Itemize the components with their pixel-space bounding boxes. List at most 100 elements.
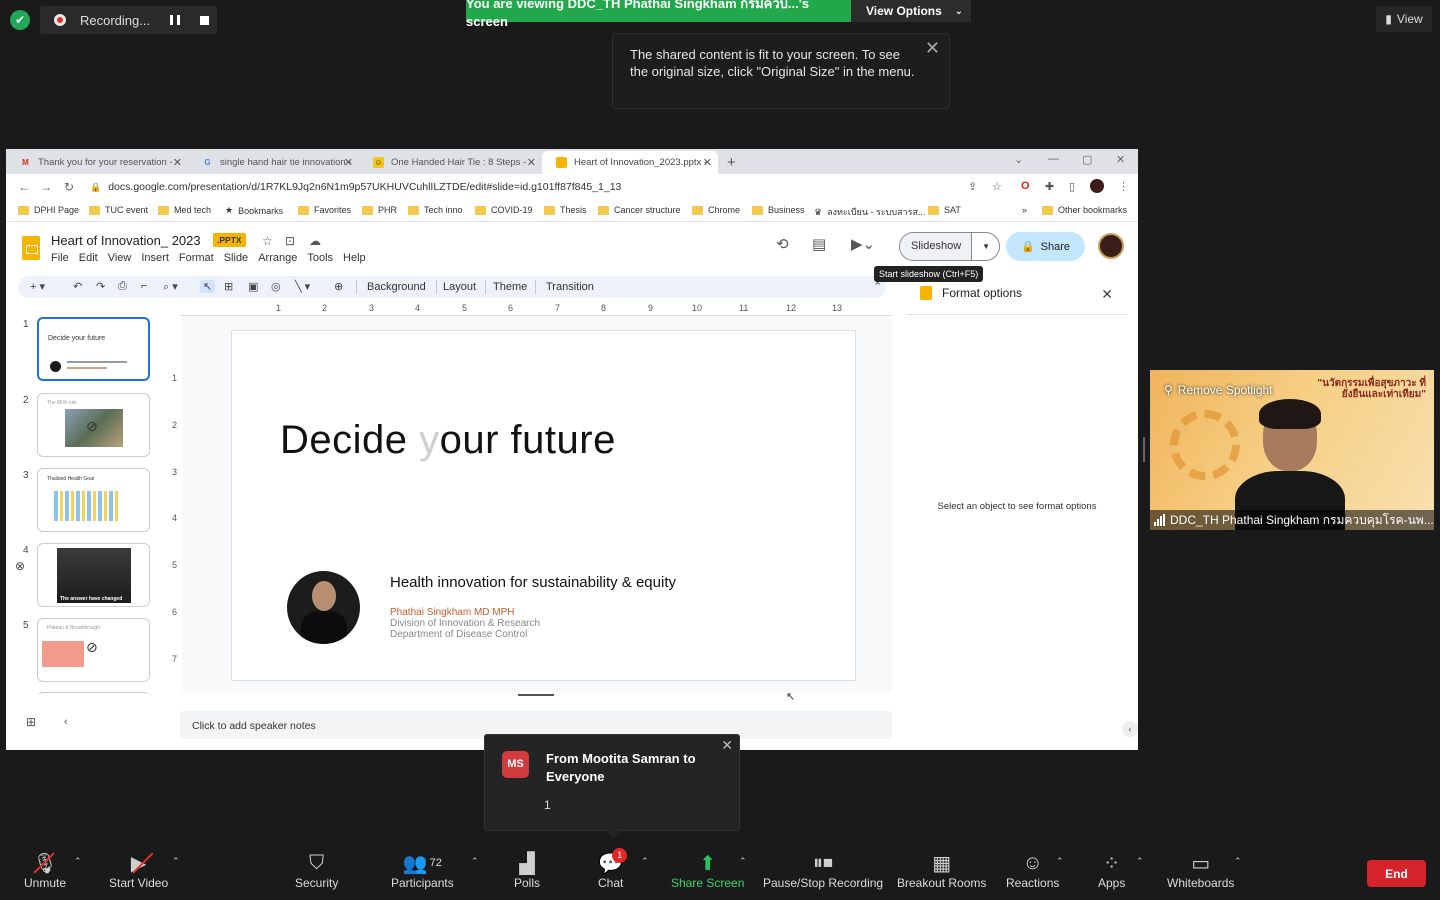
stop-recording-icon[interactable] <box>200 15 209 25</box>
close-tab-icon[interactable]: ✕ <box>527 156 536 169</box>
share-button[interactable]: 🔒 Share <box>1006 232 1085 261</box>
close-icon[interactable]: ✕ <box>1101 286 1113 303</box>
share-screen-button[interactable]: ⬆ Share Screen <box>671 850 744 891</box>
view-button[interactable]: ▮ View <box>1376 6 1432 32</box>
splitter-handle[interactable] <box>1143 437 1145 462</box>
menu-file[interactable]: File <box>51 252 69 264</box>
chevron-up-icon[interactable]: ⌃ <box>74 856 82 867</box>
tab-search-icon[interactable]: ⌄ <box>1014 153 1023 166</box>
sidebar-icon[interactable]: ▯ <box>1069 180 1075 193</box>
back-icon[interactable]: ← <box>18 180 30 194</box>
slide-thumbnail-4[interactable]: The answer have changed <box>37 543 150 607</box>
author-name[interactable]: Phathai Singkham MD MPH <box>390 607 515 618</box>
version-history-icon[interactable]: ⟲ <box>776 235 789 253</box>
account-avatar[interactable] <box>1098 233 1124 259</box>
more-bookmarks-icon[interactable]: » <box>1022 205 1027 215</box>
other-bookmarks[interactable]: Other bookmarks <box>1042 205 1127 215</box>
menu-arrange[interactable]: Arrange <box>258 252 297 264</box>
new-tab-button[interactable]: + <box>718 151 748 174</box>
star-icon[interactable]: ☆ <box>262 234 273 248</box>
collapse-filmstrip-icon[interactable]: ‹ <box>64 716 68 728</box>
slideshow-label[interactable]: Slideshow <box>900 233 973 260</box>
menu-tools[interactable]: Tools <box>307 252 333 264</box>
breakout-rooms-button[interactable]: ▦ Breakout Rooms <box>897 850 986 891</box>
slide-thumbnail-3[interactable]: Thailand Health Goal <box>37 468 150 532</box>
slideshow-button[interactable]: Slideshow ▼ <box>899 232 1000 261</box>
bookmark-item[interactable]: Tech inno <box>408 205 463 215</box>
end-meeting-button[interactable]: End <box>1367 860 1426 887</box>
bookmark-item[interactable]: PHR <box>362 205 397 215</box>
close-icon[interactable]: ✕ <box>721 737 733 754</box>
encryption-shield-icon[interactable]: ✔ <box>10 10 30 30</box>
menu-view[interactable]: View <box>108 252 132 264</box>
department-text[interactable]: Department of Disease Control <box>390 629 527 640</box>
undo-icon[interactable]: ↶ <box>73 280 82 293</box>
speaker-portrait[interactable] <box>287 571 360 644</box>
menu-format[interactable]: Format <box>179 252 214 264</box>
close-icon[interactable]: ✕ <box>925 39 940 57</box>
pause-recording-icon[interactable] <box>170 15 180 25</box>
remove-spotlight-button[interactable]: ⚲ Remove Spotlight <box>1164 383 1273 397</box>
link-icon[interactable]: ⊗ <box>15 559 25 573</box>
bookmark-item[interactable]: Thesis <box>544 205 587 215</box>
slide-subtitle[interactable]: Health innovation for sustainability & e… <box>390 574 676 591</box>
reactions-button[interactable]: ☺ Reactions <box>1006 850 1059 891</box>
bookmark-item[interactable]: Business <box>752 205 805 215</box>
bookmark-item[interactable]: Chrome <box>692 205 740 215</box>
meet-icon[interactable]: ▶⌄ <box>851 235 875 253</box>
opera-icon[interactable]: O <box>1021 180 1030 192</box>
transition-button[interactable]: Transition <box>546 281 594 293</box>
profile-avatar[interactable] <box>1090 179 1104 193</box>
redo-icon[interactable]: ↷ <box>96 280 105 293</box>
close-tab-icon[interactable]: ✕ <box>344 156 353 169</box>
slide-thumbnail-1[interactable]: Decide your future <box>37 317 150 381</box>
forward-icon[interactable]: → <box>40 180 52 194</box>
menu-insert[interactable]: Insert <box>141 252 169 264</box>
more-menu-icon[interactable]: ⋮ <box>1118 180 1129 193</box>
bookmark-item[interactable]: ★ Bookmarks <box>225 205 283 216</box>
bookmark-item[interactable]: Favorites <box>298 205 351 215</box>
slides-logo-icon[interactable] <box>22 236 40 260</box>
add-comment-icon[interactable]: ⊕ <box>334 280 343 293</box>
bookmark-item[interactable]: DPHI Page <box>18 205 79 215</box>
select-icon[interactable]: ↖ <box>200 280 216 293</box>
start-video-button[interactable]: ▶ Start Video <box>109 850 168 891</box>
bookmark-item[interactable]: Cancer structure <box>598 205 681 215</box>
unmute-button[interactable]: 🎙 Unmute <box>24 850 66 891</box>
chevron-up-icon[interactable]: ⌃ <box>471 856 479 867</box>
slide-thumbnail-5[interactable]: Plateau & Breakthrough ⊘ <box>37 618 150 682</box>
participants-button[interactable]: 👥 72 Participants <box>391 850 454 891</box>
chat-notification[interactable]: MS From Mootita Samran to Everyone 1 ✕ <box>484 734 740 839</box>
text-box-icon[interactable]: ⊞ <box>224 280 233 293</box>
background-button[interactable]: Background <box>367 281 426 293</box>
whiteboards-button[interactable]: ▭ Whiteboards <box>1167 850 1234 891</box>
slide-title[interactable]: Decide your future <box>280 418 616 463</box>
slide-thumbnail-6[interactable] <box>37 692 150 694</box>
star-icon[interactable]: ☆ <box>992 180 1002 193</box>
browser-tab[interactable]: M Thank you for your reservation - ✕ <box>6 151 188 174</box>
chevron-up-icon[interactable]: ⌃ <box>1056 856 1064 867</box>
chat-button[interactable]: 💬 1 Chat <box>598 848 628 890</box>
paint-format-icon[interactable]: ⌐ <box>141 280 147 292</box>
current-slide[interactable]: Decide your future Health innovation for… <box>231 330 856 681</box>
slide-thumbnail-2[interactable]: The 85% rule ⊘ <box>37 393 150 457</box>
chevron-up-icon[interactable]: ⌃ <box>1234 856 1242 867</box>
close-window-icon[interactable]: ✕ <box>1116 153 1125 166</box>
comments-icon[interactable]: ▤ <box>812 235 826 253</box>
menu-edit[interactable]: Edit <box>79 252 98 264</box>
close-tab-icon[interactable]: ✕ <box>173 156 182 169</box>
speaker-video-tile[interactable]: "นวัตกรรมเพื่อสุขภาวะ ที่ยั่งยืนและเท่าเ… <box>1150 370 1434 530</box>
url-field[interactable]: 🔒 docs.google.com/presentation/d/1R7KL9J… <box>90 177 990 197</box>
layout-button[interactable]: Layout <box>443 281 476 293</box>
show-side-panel-icon[interactable]: ‹ <box>1122 721 1138 737</box>
extensions-icon[interactable]: ✚ <box>1045 180 1054 193</box>
line-icon[interactable]: ╲ ▾ <box>295 280 310 293</box>
insert-image-icon[interactable]: ▣ <box>248 280 258 293</box>
close-tab-icon[interactable]: ✕ <box>703 156 712 169</box>
security-button[interactable]: ⛉ Security <box>295 850 338 891</box>
move-folder-icon[interactable]: ⊡ <box>285 234 295 248</box>
view-options-button[interactable]: View Options ⌄ <box>851 0 971 22</box>
new-slide-icon[interactable]: + ▾ <box>30 280 45 293</box>
share-page-icon[interactable]: ⇪ <box>968 180 977 193</box>
chevron-up-icon[interactable]: ⌃ <box>172 856 180 867</box>
